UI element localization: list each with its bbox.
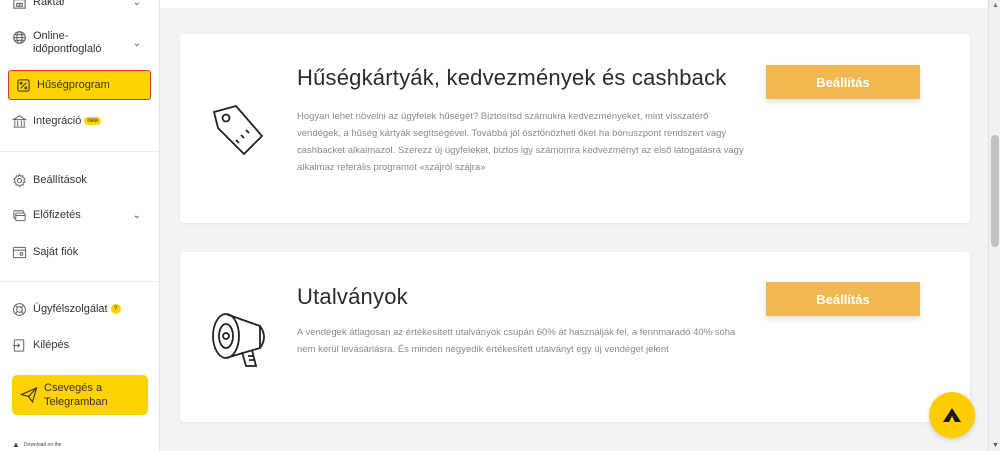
- card-title: Hűségkártyák, kedvezmények és cashback: [297, 65, 727, 90]
- sidebar-item-settings[interactable]: Beállítások: [11, 172, 149, 188]
- logo-icon: [943, 408, 961, 422]
- account-icon: [11, 244, 27, 260]
- megaphone-icon: [208, 304, 276, 375]
- vouchers-card: Utalványok A vendégek átlagosan az érték…: [180, 252, 970, 422]
- app-store-badge[interactable]: ▲ Download on the: [12, 440, 61, 449]
- sidebar-item-logout[interactable]: Kilépés: [11, 337, 149, 353]
- sidebar-divider: [0, 281, 159, 282]
- floating-logo-button[interactable]: [929, 392, 975, 438]
- loyalty-settings-button[interactable]: Beállítás: [766, 65, 920, 99]
- loyalty-icon: [15, 77, 31, 93]
- sidebar: Raktár ⌄ Online- időpontfoglaló ⌄ Hűségp…: [0, 0, 160, 451]
- apple-icon: ▲: [12, 440, 20, 449]
- top-strip: [160, 0, 988, 8]
- subscription-icon: [11, 207, 27, 223]
- scroll-down-arrow-icon[interactable]: ▼: [992, 442, 999, 449]
- sidebar-item-label: Ügyfélszolgálat: [33, 302, 108, 315]
- loyalty-card: Hűségkártyák, kedvezmények és cashback H…: [180, 34, 970, 223]
- sidebar-item-loyalty[interactable]: Hűségprogram: [8, 70, 151, 100]
- card-description: Hogyan lehet növelni az ügyfelek hűségét…: [297, 111, 744, 173]
- sidebar-item-label: Online- időpontfoglaló: [33, 30, 102, 55]
- scrollbar-thumb[interactable]: [991, 135, 999, 247]
- globe-icon: [11, 29, 27, 45]
- sidebar-item-subscription[interactable]: Előfizetés ⌄: [11, 207, 149, 223]
- main-content: Hűségkártyák, kedvezmények és cashback H…: [160, 0, 988, 451]
- warehouse-icon: [11, 0, 27, 10]
- scroll-up-arrow-icon[interactable]: ▲: [992, 2, 999, 9]
- sidebar-item-label: Hűségprogram: [37, 78, 110, 91]
- sidebar-item-label: Integráció: [33, 114, 82, 127]
- card-description: A vendégek átlagosan az értékesített uta…: [297, 327, 736, 355]
- telegram-chat-label: Csevegés a Telegramban: [44, 382, 108, 408]
- sidebar-item-my-account[interactable]: Saját fiók: [11, 243, 149, 261]
- sidebar-item-support[interactable]: Ügyfélszolgálat ?: [11, 301, 149, 317]
- vouchers-settings-button[interactable]: Beállítás: [766, 282, 920, 316]
- sidebar-item-label: Előfizetés: [33, 208, 81, 221]
- telegram-chat-button[interactable]: Csevegés a Telegramban: [12, 375, 148, 415]
- logout-icon: [11, 337, 27, 353]
- sidebar-item-integration[interactable]: Integráció new: [11, 113, 149, 129]
- gear-icon: [11, 172, 27, 188]
- chevron-down-icon[interactable]: ⌄: [133, 38, 141, 49]
- sidebar-divider: [0, 151, 159, 152]
- sidebar-item-label: Kilépés: [33, 338, 70, 351]
- integration-icon: [11, 113, 27, 129]
- new-badge: new: [84, 117, 102, 125]
- paper-plane-icon: [19, 386, 38, 404]
- sidebar-item-online-booking[interactable]: Online- időpontfoglaló ⌄: [11, 29, 149, 57]
- support-icon: [11, 301, 27, 317]
- page-scrollbar[interactable]: ▲ ▼: [988, 0, 1000, 451]
- price-tag-icon: [208, 100, 268, 165]
- sidebar-item-label: Saját fiók: [33, 245, 79, 258]
- chevron-down-icon[interactable]: ⌄: [133, 210, 141, 221]
- sidebar-item-label: Raktár: [33, 0, 66, 8]
- card-title: Utalványok: [297, 284, 408, 309]
- help-badge: ?: [110, 304, 121, 314]
- chevron-down-icon[interactable]: ⌄: [133, 0, 141, 8]
- sidebar-item-warehouse[interactable]: Raktár ⌄: [11, 0, 149, 10]
- sidebar-item-label: Beállítások: [33, 173, 87, 186]
